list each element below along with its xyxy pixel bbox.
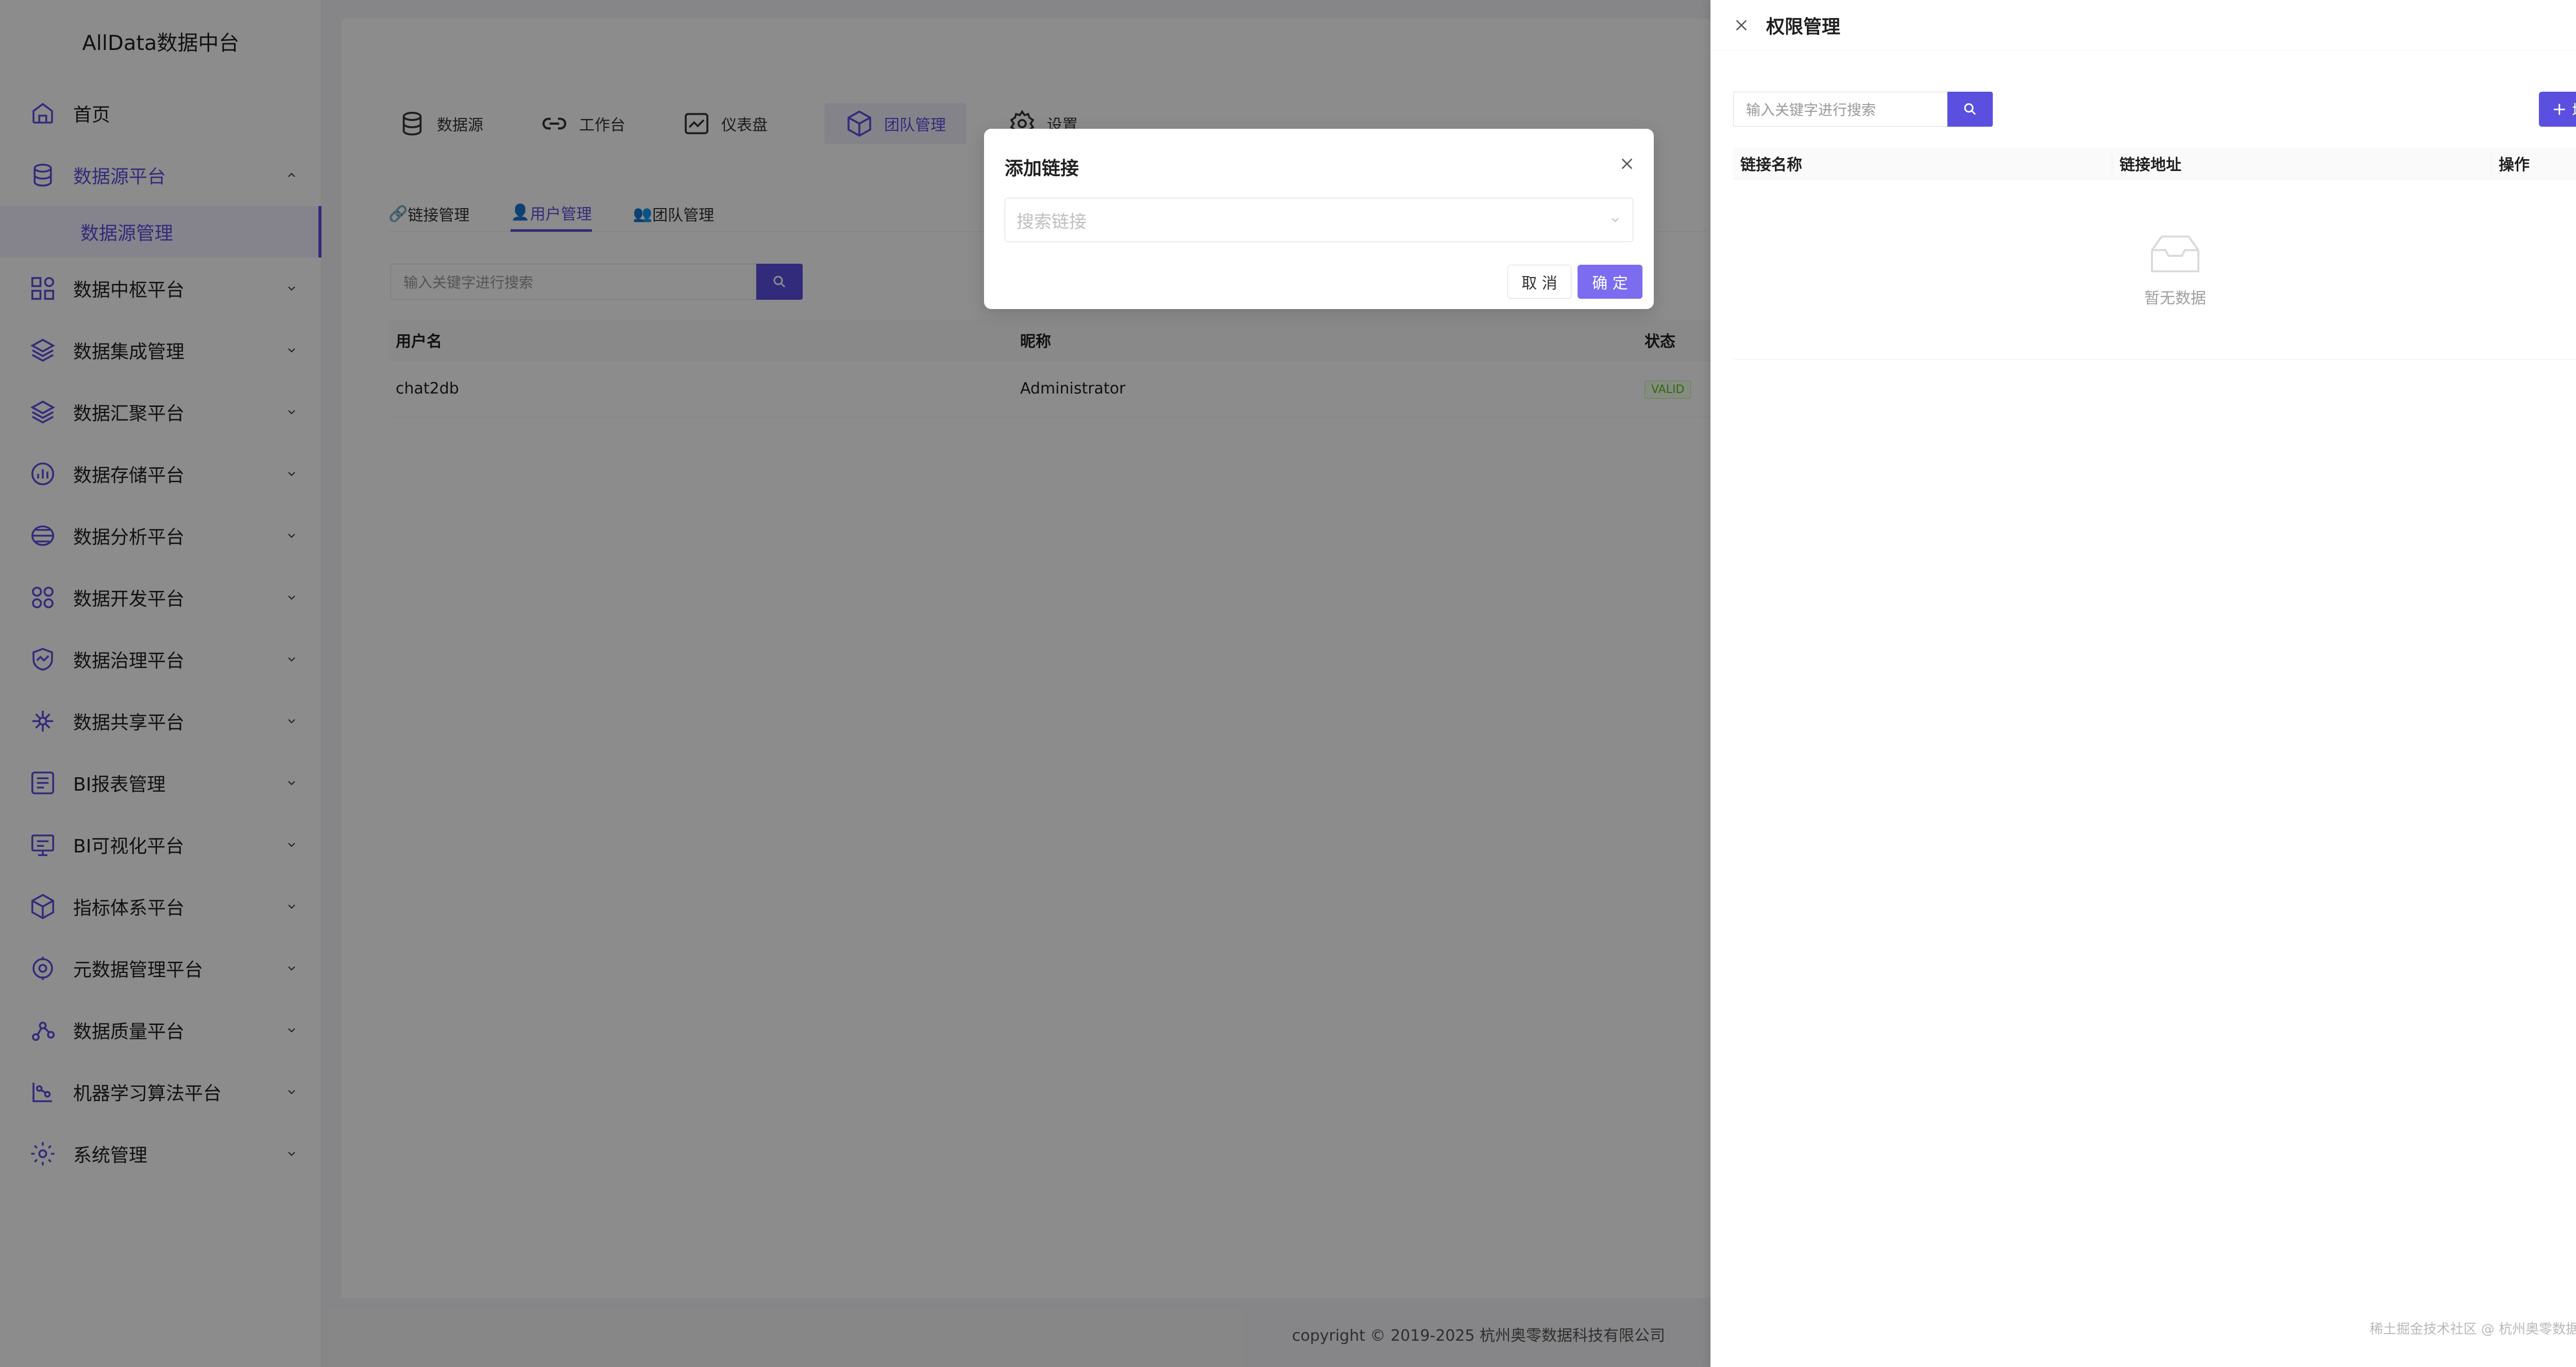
permission-drawer: 权限管理 输入关键字进行搜索 + 增加 链接名称 链接地址 操作 暂无数据 稀土… — [1710, 0, 2576, 1367]
chevron-down-icon — [1612, 218, 1619, 223]
confirm-button[interactable]: 确 定 — [1578, 265, 1642, 299]
drawer-search-row: 输入关键字进行搜索 — [1733, 92, 1993, 127]
modal-title: 添加链接 — [1005, 158, 1079, 179]
empty-text: 暂无数据 — [2144, 289, 2206, 307]
drawer-close-button[interactable] — [1733, 15, 1754, 36]
add-link-modal: 添加链接 搜索链接 取 消 确 定 — [984, 129, 1654, 309]
empty-state: 暂无数据 — [1733, 179, 2576, 360]
drawer-header: 权限管理 — [1710, 0, 2576, 50]
column-header-actions: 操作 — [2499, 156, 2530, 174]
add-button-label: 增加 — [2572, 98, 2576, 121]
permission-table: 链接名称 链接地址 操作 暂无数据 — [1733, 147, 2576, 360]
watermark: 稀土掘金技术社区 @ 杭州奥零数据科技 — [2369, 1322, 2576, 1337]
link-search-select[interactable]: 搜索链接 — [1005, 198, 1633, 242]
app-root: AllData数据中台 首页 数据源平台 数据源管理 数据中枢平台 数据集成管理… — [0, 0, 2576, 1367]
table-header: 链接名称 链接地址 操作 — [1733, 147, 2576, 179]
column-header-link-name: 链接名称 — [1733, 152, 2112, 174]
close-icon — [1621, 158, 1633, 169]
drawer-title: 权限管理 — [1766, 16, 1841, 38]
plus-icon: + — [2552, 99, 2567, 119]
drawer-search-button[interactable] — [1947, 92, 1993, 127]
empty-box-icon — [2151, 235, 2199, 272]
close-icon — [1736, 20, 1747, 30]
drawer-search-input[interactable]: 输入关键字进行搜索 — [1733, 92, 1947, 127]
modal-close-button[interactable] — [1616, 152, 1638, 175]
search-icon — [1964, 103, 1976, 115]
select-placeholder: 搜索链接 — [1016, 211, 1087, 232]
add-button[interactable]: + 增加 — [2538, 92, 2576, 127]
column-header-link-address: 链接地址 — [2112, 152, 2492, 174]
cancel-button[interactable]: 取 消 — [1507, 265, 1571, 299]
